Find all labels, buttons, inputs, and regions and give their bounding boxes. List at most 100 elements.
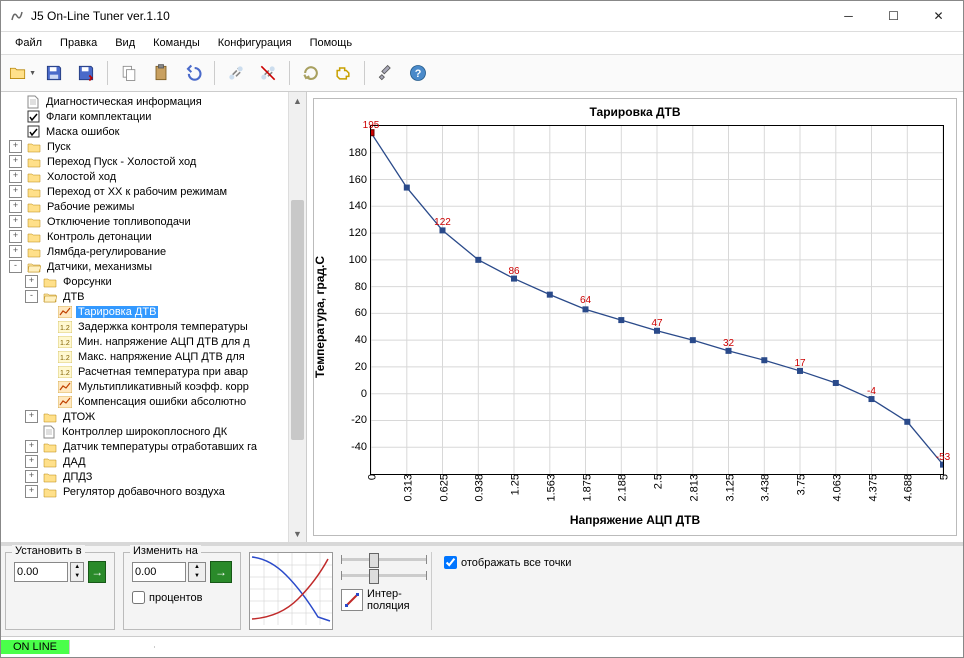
scroll-thumb[interactable] <box>291 200 304 440</box>
percent-checkbox-row[interactable]: процентов <box>132 591 232 604</box>
maximize-button[interactable]: ☐ <box>871 2 916 31</box>
tree-item[interactable]: +Рабочие режимы <box>9 199 306 214</box>
tree-item[interactable]: +Отключение топливоподачи <box>9 214 306 229</box>
menu-config[interactable]: Конфигурация <box>210 35 300 51</box>
percent-label: процентов <box>149 592 202 604</box>
percent-checkbox[interactable] <box>132 591 145 604</box>
menu-help[interactable]: Помощь <box>302 35 361 51</box>
close-button[interactable]: ✕ <box>916 2 961 31</box>
y-axis-label: Температура, град.С <box>313 256 327 378</box>
scroll-up-icon[interactable]: ▲ <box>289 92 306 109</box>
copy-button[interactable] <box>114 58 144 88</box>
showall-checkbox-row[interactable]: отображать все точки <box>444 556 571 569</box>
expand-icon[interactable]: + <box>25 275 38 288</box>
save-as-button[interactable] <box>71 58 101 88</box>
expand-icon[interactable]: - <box>25 290 38 303</box>
interp-button[interactable]: Интер- поляция <box>341 588 427 612</box>
tree-label: Компенсация ошибки абсолютно <box>76 396 248 408</box>
page-icon <box>25 95 41 109</box>
minimize-button[interactable]: ─ <box>826 2 871 31</box>
tree-view[interactable]: Диагностическая информацияФлаги комплект… <box>1 92 306 542</box>
menu-commands[interactable]: Команды <box>145 35 208 51</box>
tree-item[interactable]: 1.2Задержка контроля температуры <box>9 319 306 334</box>
menu-edit[interactable]: Правка <box>52 35 105 51</box>
tree-item[interactable]: +Переход Пуск - Холостой ход <box>9 154 306 169</box>
disconnect-button[interactable] <box>253 58 283 88</box>
tree-item[interactable]: + Переход от ХХ к рабочим режимам <box>9 184 306 199</box>
tree-item[interactable]: 1.2Расчетная температура при авар <box>9 364 306 379</box>
change-input[interactable] <box>132 562 186 582</box>
menu-view[interactable]: Вид <box>107 35 143 51</box>
slider-1[interactable] <box>341 552 427 566</box>
svg-text:1.2: 1.2 <box>60 325 70 332</box>
expand-icon[interactable]: + <box>9 185 22 198</box>
slider-2[interactable] <box>341 568 427 582</box>
chart-icon <box>57 380 73 394</box>
tree-item[interactable]: Тарировка ДТВ <box>9 304 306 319</box>
expand-icon[interactable]: + <box>25 470 38 483</box>
page-icon <box>41 425 57 439</box>
titlebar: J5 On-Line Tuner ver.1.10 ─ ☐ ✕ <box>1 1 963 32</box>
expand-icon[interactable]: + <box>25 485 38 498</box>
tree-item[interactable]: Мультипликативный коэфф. корр <box>9 379 306 394</box>
expand-icon[interactable]: + <box>25 455 38 468</box>
tree-item[interactable]: +ДПДЗ <box>9 469 306 484</box>
tree-item[interactable]: 1.2Мин. напряжение АЦП ДТВ для д <box>9 334 306 349</box>
tree-item[interactable]: 1.2Макс. напряжение АЦП ДТВ для <box>9 349 306 364</box>
tree-item[interactable]: -Датчики, механизмы <box>9 259 306 274</box>
tree-label: Переход от ХХ к рабочим режимам <box>45 186 229 198</box>
chart-plot[interactable]: -40-2002040608010012014016018000.3130.62… <box>370 125 944 475</box>
tools-button[interactable] <box>371 58 401 88</box>
tree-label: Датчик температуры отработавших га <box>61 441 259 453</box>
expand-icon[interactable]: + <box>9 155 22 168</box>
help-button[interactable]: ? <box>403 58 433 88</box>
expand-icon[interactable]: + <box>25 440 38 453</box>
engine-button[interactable] <box>328 58 358 88</box>
window-title: J5 On-Line Tuner ver.1.10 <box>31 9 826 23</box>
expand-icon[interactable]: + <box>25 410 38 423</box>
undo-button[interactable] <box>178 58 208 88</box>
tree-item[interactable]: Флаги комплектации <box>9 109 306 124</box>
folder-icon <box>26 215 42 229</box>
change-apply-button[interactable]: → <box>210 561 232 583</box>
tree-item[interactable]: +Лямбда-регулирование <box>9 244 306 259</box>
tree-item[interactable]: Диагностическая информация <box>9 94 306 109</box>
folderO-icon <box>42 290 58 304</box>
tree-item[interactable]: +Пуск <box>9 139 306 154</box>
menu-file[interactable]: Файл <box>7 35 50 51</box>
tree-item[interactable]: -ДТВ <box>9 289 306 304</box>
tree-item[interactable]: + Холостой ход <box>9 169 306 184</box>
x-axis-label: Напряжение АЦП ДТВ <box>570 513 700 527</box>
folder-icon <box>42 455 58 469</box>
expand-icon[interactable]: - <box>9 260 22 273</box>
set-input[interactable] <box>14 562 68 582</box>
tree-item[interactable]: Компенсация ошибки абсолютно <box>9 394 306 409</box>
save-button[interactable] <box>39 58 69 88</box>
set-spinner[interactable]: ▲▼ <box>70 562 84 582</box>
paste-button[interactable] <box>146 58 176 88</box>
expand-icon[interactable]: + <box>9 140 22 153</box>
expand-icon[interactable]: + <box>9 215 22 228</box>
scroll-down-icon[interactable]: ▼ <box>289 525 306 542</box>
expand-icon[interactable]: + <box>9 170 22 183</box>
tree-item[interactable]: +Регулятор добавочного воздуха <box>9 484 306 499</box>
connect-button[interactable] <box>221 58 251 88</box>
tree-item[interactable]: +Контроль детонации <box>9 229 306 244</box>
refresh-button[interactable] <box>296 58 326 88</box>
open-button[interactable]: ▼ <box>7 58 37 88</box>
tree-item[interactable]: +Форсунки <box>9 274 306 289</box>
tree-item[interactable]: +ДАД <box>9 454 306 469</box>
tree-item[interactable]: Маска ошибок <box>9 124 306 139</box>
expand-icon[interactable]: + <box>9 200 22 213</box>
val-icon: 1.2 <box>57 320 73 334</box>
expand-icon[interactable]: + <box>9 245 22 258</box>
set-apply-button[interactable]: → <box>88 561 106 583</box>
tree-item[interactable]: + Датчик температуры отработавших га <box>9 439 306 454</box>
change-spinner[interactable]: ▲▼ <box>188 562 206 582</box>
showall-checkbox[interactable] <box>444 556 457 569</box>
tree-label: Холостой ход <box>45 171 118 183</box>
expand-icon[interactable]: + <box>9 230 22 243</box>
tree-item[interactable]: +ДТОЖ <box>9 409 306 424</box>
tree-item[interactable]: Контроллер широкоплосного ДК <box>9 424 306 439</box>
tree-scrollbar[interactable]: ▲ ▼ <box>288 92 306 542</box>
